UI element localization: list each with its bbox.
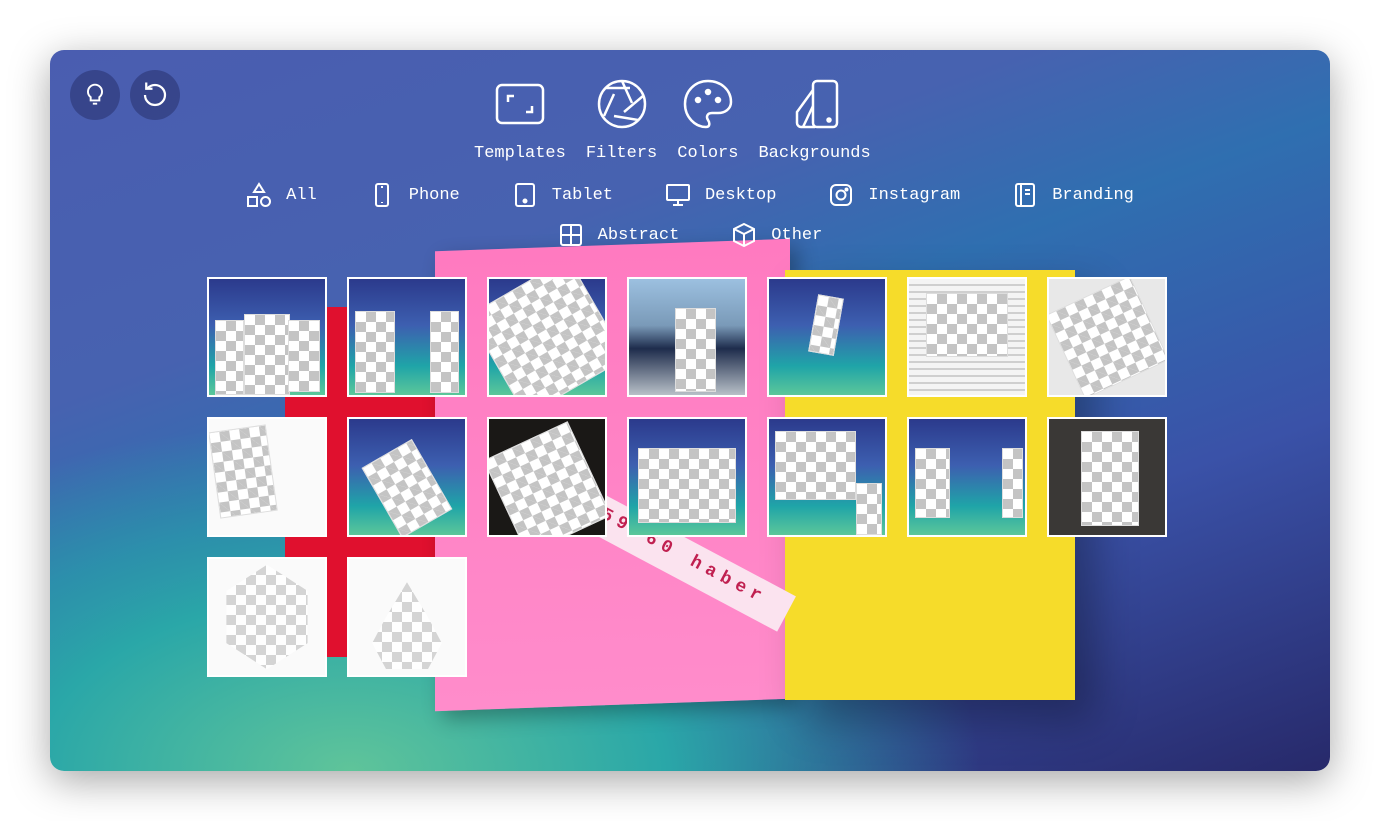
instagram-icon [830,184,853,206]
placeholder-screen [489,279,605,395]
tool-filters[interactable]: Filters [586,78,657,163]
placeholder-screen [926,292,1008,357]
undo-icon [143,82,167,107]
tool-bar: Templates Filters Colors Backgrounds [474,78,871,163]
tablet-icon [514,183,535,207]
template-thumbnail-phone[interactable] [347,417,467,537]
desktop-icon [665,184,690,206]
category-label: Phone [408,185,460,205]
placeholder-screen [243,313,291,395]
tool-label: Colors [677,144,739,163]
reset-button[interactable] [130,70,180,120]
category-phone[interactable]: Phone [369,182,460,208]
placeholder-screen [430,311,460,393]
placeholder-screen [361,438,453,535]
placeholder-screen [638,448,736,524]
lightbulb-icon [86,83,104,105]
tool-colors[interactable]: Colors [677,78,738,163]
template-thumbnail-laptop[interactable] [207,417,327,537]
backgrounds-icon [795,79,838,129]
cube-icon [733,222,756,248]
placeholder-screen [914,448,950,518]
template-thumbnail-hand-card[interactable] [767,277,887,397]
template-thumbnail-poster[interactable] [627,277,747,397]
template-grid [207,277,1167,677]
category-label: Other [771,225,823,245]
category-other[interactable]: Other [731,222,822,248]
category-label: All [286,185,317,205]
shapes-icon [247,182,272,207]
category-label: Instagram [868,185,961,205]
tool-backgrounds[interactable]: Backgrounds [758,78,871,163]
category-label: Branding [1052,185,1134,205]
template-thumbnail-three-cards[interactable] [207,277,327,397]
tool-label: Filters [585,144,658,163]
tool-label: Templates [474,144,566,163]
template-thumbnail-tilted-sheet[interactable] [487,277,607,397]
template-thumbnail-two-cards[interactable] [347,277,467,397]
tips-button[interactable] [70,70,120,120]
template-thumbnail-imac-ipad[interactable] [767,417,887,537]
category-label: Abstract [597,225,680,245]
placeholder-screen [372,582,442,670]
template-thumbnail-imac[interactable] [907,277,1027,397]
mockup-app-window: 59 60 haber Templates Filters Colors Bac… [50,50,1330,771]
category-abstract[interactable]: Abstract [558,222,680,248]
template-thumbnail-hexagon[interactable] [207,557,327,677]
template-thumbnail-ipad-case[interactable] [907,417,1027,537]
category-desktop[interactable]: Desktop [665,182,776,208]
tool-templates[interactable]: Templates [474,78,566,163]
tool-label: Backgrounds [758,144,871,163]
grid-icon [559,224,582,246]
placeholder-screen [226,564,308,670]
placeholder-screen [675,308,716,392]
placeholder-screen [774,430,856,501]
category-instagram[interactable]: Instagram [828,182,960,208]
placeholder-screen [214,319,244,395]
template-thumbnail-drop[interactable] [347,557,467,677]
template-thumbnail-paper[interactable] [1047,417,1167,537]
category-row-2: Abstract Other [50,222,1330,248]
category-tablet[interactable]: Tablet [512,182,613,208]
template-thumbnail-tablet-tilted[interactable] [487,417,607,537]
category-row-1: All Phone Tablet Desktop Instagram Brand… [50,182,1330,208]
category-label: Desktop [704,185,777,205]
notebook-icon [1015,183,1036,207]
category-all[interactable]: All [246,182,317,208]
placeholder-screen [354,311,396,393]
aperture-icon [597,79,646,129]
category-branding[interactable]: Branding [1012,182,1134,208]
placeholder-screen [287,319,321,392]
placeholder-screen [856,482,882,535]
placeholder-screen [1001,448,1023,518]
phone-icon [374,183,389,207]
placeholder-screen [1049,279,1165,395]
placeholder-screen [209,424,278,519]
placeholder-screen [489,421,605,535]
placeholder-screen [808,294,844,357]
template-thumbnail-person-sign[interactable] [627,417,747,537]
templates-icon [495,83,545,125]
placeholder-screen [1081,430,1140,526]
template-thumbnail-stationery[interactable] [1047,277,1167,397]
category-label: Tablet [551,185,613,205]
palette-icon [683,79,733,129]
